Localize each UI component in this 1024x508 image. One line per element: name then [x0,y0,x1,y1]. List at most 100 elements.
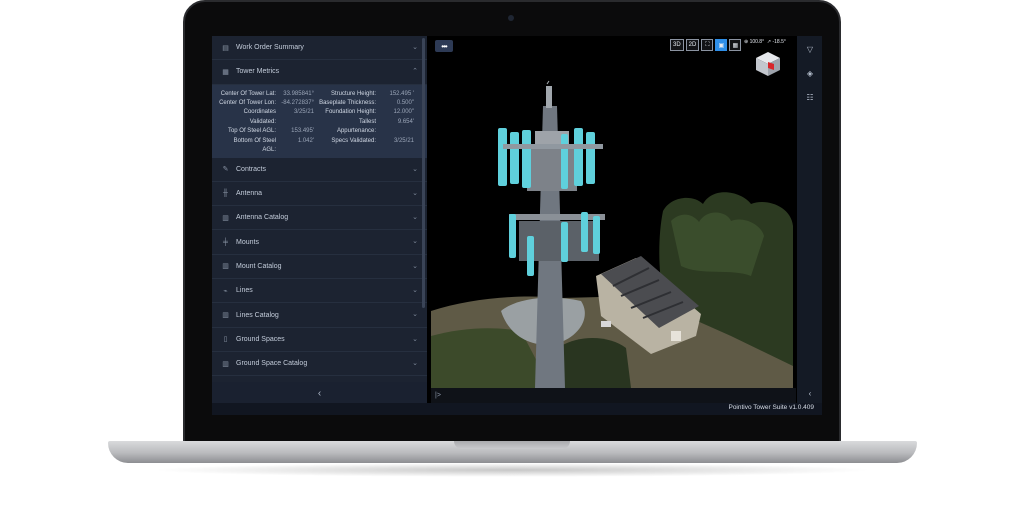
sidebar-item-lines[interactable]: ⌁ Lines ⌄ [212,279,427,304]
metric-row: Coordinates 3/25/21 [216,108,314,117]
metric-label: Validated: [249,118,276,125]
metric-row: Appurtenance: [316,127,414,136]
metric-label: Coordinates [243,109,276,116]
sidebar-item-label: Tower Metrics [236,68,280,76]
metric-label: Specs Validated: [331,137,376,144]
metric-value [276,118,314,127]
app-version: Pointivo Tower Suite v1.0.409 [728,404,814,411]
app-screen: ▤ Work Order Summary ⌄ ▦ Tower Metrics ⌃… [212,36,822,415]
metric-label: AGL: [262,146,276,153]
lines-icon: ⌁ [223,287,228,295]
sidebar-item-mounts[interactable]: ╪ Mounts ⌄ [212,230,427,255]
metrics-left-column: Center Of Tower Lat: 33.985841° Center Of… [216,90,314,156]
sidebar-item-work-order-summary[interactable]: ▤ Work Order Summary ⌄ [212,36,427,61]
sidebar-item-antenna-catalog[interactable]: ▥ Antenna Catalog ⌄ [212,206,427,231]
grid-view-button[interactable]: ▦ [729,39,742,51]
collapse-sidebar-button[interactable]: ‹ [212,382,427,404]
metric-value: 12.000" [393,109,414,116]
contract-icon: ✎ [222,166,229,174]
catalog-icon: ▥ [222,360,229,368]
sidebar-item-label: Mounts [236,238,259,246]
sidebar-item-label: Lines [236,287,253,295]
document-icon: ▤ [222,44,229,52]
metric-value: 3/25/21 [393,137,414,144]
sidebar-scrollbar[interactable] [422,38,425,308]
sidebar-item-mount-catalog[interactable]: ▥ Mount Catalog ⌄ [212,255,427,280]
metric-row: Center Of Tower Lat: 33.985841° [216,90,314,99]
chevron-down-icon: ⌄ [412,165,418,173]
ground-icon: ▯ [223,336,228,344]
catalog-icon: ▥ [222,214,229,222]
antenna-icon: ╫ [223,190,228,198]
sidebar-item-lines-catalog[interactable]: ▥ Lines Catalog ⌄ [212,303,427,328]
metric-value: 3/25/21 [293,109,314,116]
orientation-cube-icon[interactable] [754,51,782,77]
chevron-down-icon: ⌄ [412,335,418,343]
chevron-left-icon: ‹ [317,387,322,399]
metric-row: Structure Height: 152.495 ' [316,90,414,99]
sidebar-item-label: Antenna Catalog [236,214,289,222]
sidebar-item-antenna[interactable]: ╫ Antenna ⌄ [212,182,427,207]
chevron-up-icon: ⌃ [412,68,418,76]
camera-view-button[interactable]: ▣ [715,39,728,51]
point-cloud-viewport[interactable]: ••• 3D 2D ⛶ ▣ ▦ ⊕ 100.8° ↗ -18.5° |> [431,36,796,403]
orientation-readout: ⊕ 100.8° ↗ -18.5° [744,39,786,45]
metric-value [276,146,314,155]
metric-label: Center Of Tower Lon: [219,99,276,106]
catalog-icon: ▥ [222,312,229,320]
sidebar-item-tower-metrics[interactable]: ▦ Tower Metrics ⌃ [212,60,427,85]
collapse-right-panel-button[interactable]: ‹ [805,388,815,398]
sidebar-item-contracts[interactable]: ✎ Contracts ⌄ [212,158,427,182]
metric-row: Foundation Height: 12.000" [316,108,414,117]
mount-icon: ╪ [223,238,228,246]
filter-icon[interactable]: ▽ [805,44,815,54]
metric-row: Tallest 9.654' [316,118,414,127]
sidebar-item-ground-space-catalog[interactable]: ▥ Ground Space Catalog ⌄ [212,352,427,377]
viewport-menu-button[interactable]: ••• [435,40,453,52]
metric-value: 33.985841° [283,90,314,97]
metric-row: Baseplate Thickness: 0.500" [316,99,414,108]
table-icon: ▦ [222,68,229,76]
toggle-2d-button[interactable]: 2D [685,39,700,51]
metric-row: Center Of Tower Lon: -84.272837° [216,99,314,108]
sidebar-panel: ▤ Work Order Summary ⌄ ▦ Tower Metrics ⌃… [212,36,427,404]
catalog-icon: ▥ [222,263,229,271]
layers-icon[interactable]: ◈ [805,68,815,78]
fullscreen-icon: ⛶ [705,41,710,48]
laptop-shadow [150,463,874,477]
sidebar-item-label: Antenna [236,190,263,198]
sidebar-item-ground-spaces[interactable]: ▯ Ground Spaces ⌄ [212,328,427,352]
metric-label: Top Of Steel AGL: [227,128,276,135]
chevron-down-icon: ⌄ [412,44,418,51]
metric-label: Tallest [358,118,376,125]
toggle-label: 2D [688,42,697,48]
sidebar-item-label: Work Order Summary [236,44,304,52]
chevron-down-icon: ⌄ [412,238,418,246]
settings-sliders-icon[interactable]: ☷ [805,92,815,102]
grid-icon: ▦ [732,42,739,49]
metrics-right-column: Structure Height: 152.495 ' Baseplate Thi… [316,90,414,146]
more-icon: ••• [441,41,447,51]
view-mode-toggles: 3D 2D ⛶ ▣ ▦ [670,39,742,51]
status-bar: Pointivo Tower Suite v1.0.409 [212,403,822,415]
metric-row: Top Of Steel AGL: 153.495' [216,127,314,136]
metric-row: Bottom Of Steel 1.042' [216,137,314,146]
metric-row: AGL: [216,146,314,155]
camera-icon: ▣ [718,42,725,49]
metric-value: 9.654' [397,118,414,125]
metric-value: 0.500" [396,99,414,106]
fullscreen-button[interactable]: ⛶ [701,39,714,51]
sidebar-item-label: Lines Catalog [236,311,279,319]
metric-label: Bottom Of Steel [233,137,276,144]
tower-metrics-panel: Center Of Tower Lat: 33.985841° Center Of… [212,84,427,158]
metric-label: Baseplate Thickness: [319,99,376,106]
metric-value: -84.272837° [281,99,314,106]
metric-value [376,127,414,136]
metric-value: 153.495' [291,128,314,135]
metric-row: Validated: [216,118,314,127]
console-bar[interactable]: |> [431,388,796,403]
chevron-down-icon: ⌄ [412,311,418,319]
metric-value: 152.495 ' [389,90,414,97]
metric-row: Specs Validated: 3/25/21 [316,137,414,146]
toggle-3d-button[interactable]: 3D [670,39,684,51]
